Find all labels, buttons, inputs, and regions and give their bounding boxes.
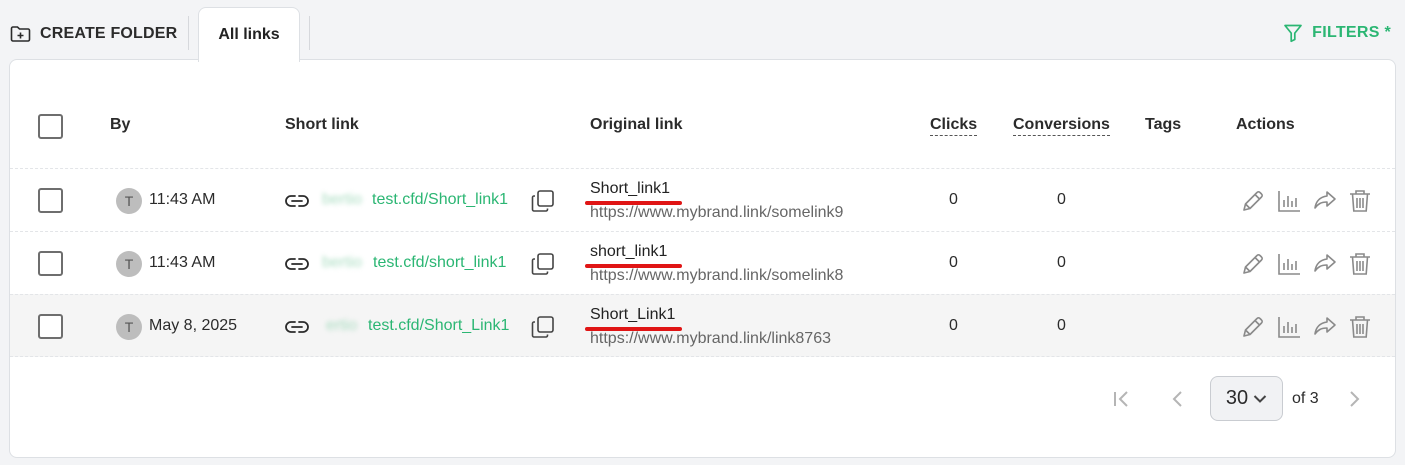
link-icon <box>285 321 309 333</box>
table-row[interactable]: T May 8, 2025 ertio test.cfd/Short_Link1… <box>10 294 1395 357</box>
filters-label: FILTERS * <box>1312 24 1391 41</box>
blurred-domain: bertio <box>322 254 363 271</box>
original-link-title: short_link1 <box>590 243 668 260</box>
tab-divider <box>309 16 310 50</box>
tab-all-links-label: All links <box>218 25 280 43</box>
short-link-url[interactable]: test.cfd/Short_Link1 <box>368 317 509 335</box>
filter-icon <box>1284 24 1302 43</box>
add-folder-icon <box>10 26 31 42</box>
short-link-url[interactable]: test.cfd/short_link1 <box>373 254 506 272</box>
original-link-title: Short_link1 <box>590 180 671 197</box>
tab-all-links[interactable]: All links <box>198 7 300 62</box>
links-table-panel: By Short link Original link Clicks Conve… <box>9 59 1396 458</box>
edit-icon[interactable] <box>1239 250 1267 278</box>
original-link-url[interactable]: https://www.mybrand.link/somelink8 <box>590 267 843 285</box>
header-tags: Tags <box>1145 116 1182 133</box>
delete-icon[interactable] <box>1346 313 1374 341</box>
row-checkbox[interactable] <box>38 314 63 339</box>
previous-page-icon[interactable] <box>1167 388 1189 410</box>
created-time: 11:43 AM <box>149 191 216 208</box>
link-icon <box>285 258 309 270</box>
copy-icon[interactable] <box>530 188 556 214</box>
header-original-link: Original link <box>590 116 683 133</box>
avatar: T <box>116 188 142 214</box>
blurred-domain: ertio <box>326 317 358 334</box>
create-folder-button[interactable]: CREATE FOLDER <box>10 22 177 46</box>
create-folder-label: CREATE FOLDER <box>40 25 178 42</box>
link-icon <box>285 195 309 207</box>
edit-icon[interactable] <box>1239 187 1267 215</box>
avatar: T <box>116 314 142 340</box>
first-page-icon[interactable] <box>1111 388 1133 410</box>
share-icon[interactable] <box>1311 250 1339 278</box>
header-clicks[interactable]: Clicks <box>930 116 978 136</box>
avatar: T <box>116 251 142 277</box>
conversions-count: 0 <box>1057 191 1066 208</box>
edit-icon[interactable] <box>1239 313 1267 341</box>
stats-icon[interactable] <box>1275 313 1303 341</box>
page-count: of 3 <box>1292 390 1319 407</box>
copy-icon[interactable] <box>530 314 556 340</box>
row-checkbox[interactable] <box>38 188 63 213</box>
original-link-url[interactable]: https://www.mybrand.link/link8763 <box>590 330 831 348</box>
short-link-url[interactable]: test.cfd/Short_link1 <box>372 191 508 209</box>
created-time: 11:43 AM <box>149 254 216 271</box>
original-link-url[interactable]: https://www.mybrand.link/somelink9 <box>590 204 843 222</box>
clicks-count: 0 <box>949 191 958 208</box>
conversions-count: 0 <box>1057 254 1066 271</box>
created-date: May 8, 2025 <box>149 317 238 334</box>
header-conversions[interactable]: Conversions <box>1013 116 1110 136</box>
share-icon[interactable] <box>1311 313 1339 341</box>
share-icon[interactable] <box>1311 187 1339 215</box>
header-actions: Actions <box>1236 116 1295 133</box>
filters-button[interactable]: FILTERS * <box>1283 22 1391 44</box>
delete-icon[interactable] <box>1346 250 1374 278</box>
next-page-icon[interactable] <box>1343 388 1365 410</box>
header-by: By <box>110 116 131 133</box>
conversions-count: 0 <box>1057 317 1066 334</box>
per-page-value: 30 <box>1225 387 1249 409</box>
stats-icon[interactable] <box>1275 187 1303 215</box>
copy-icon[interactable] <box>530 251 556 277</box>
table-row[interactable]: T 11:43 AM bertio test.cfd/Short_link1 S… <box>10 168 1395 231</box>
clicks-count: 0 <box>949 317 958 334</box>
stats-icon[interactable] <box>1275 250 1303 278</box>
tab-divider <box>188 16 189 50</box>
select-all-checkbox[interactable] <box>38 114 63 139</box>
blurred-domain: bertio <box>322 191 363 208</box>
row-checkbox[interactable] <box>38 251 63 276</box>
table-row[interactable]: T 11:43 AM bertio test.cfd/short_link1 s… <box>10 231 1395 294</box>
per-page-select[interactable]: 30 <box>1210 376 1283 421</box>
delete-icon[interactable] <box>1346 187 1374 215</box>
header-short-link: Short link <box>285 116 359 133</box>
chevron-down-icon <box>1253 394 1267 403</box>
clicks-count: 0 <box>949 254 958 271</box>
original-link-title: Short_Link1 <box>590 306 676 323</box>
